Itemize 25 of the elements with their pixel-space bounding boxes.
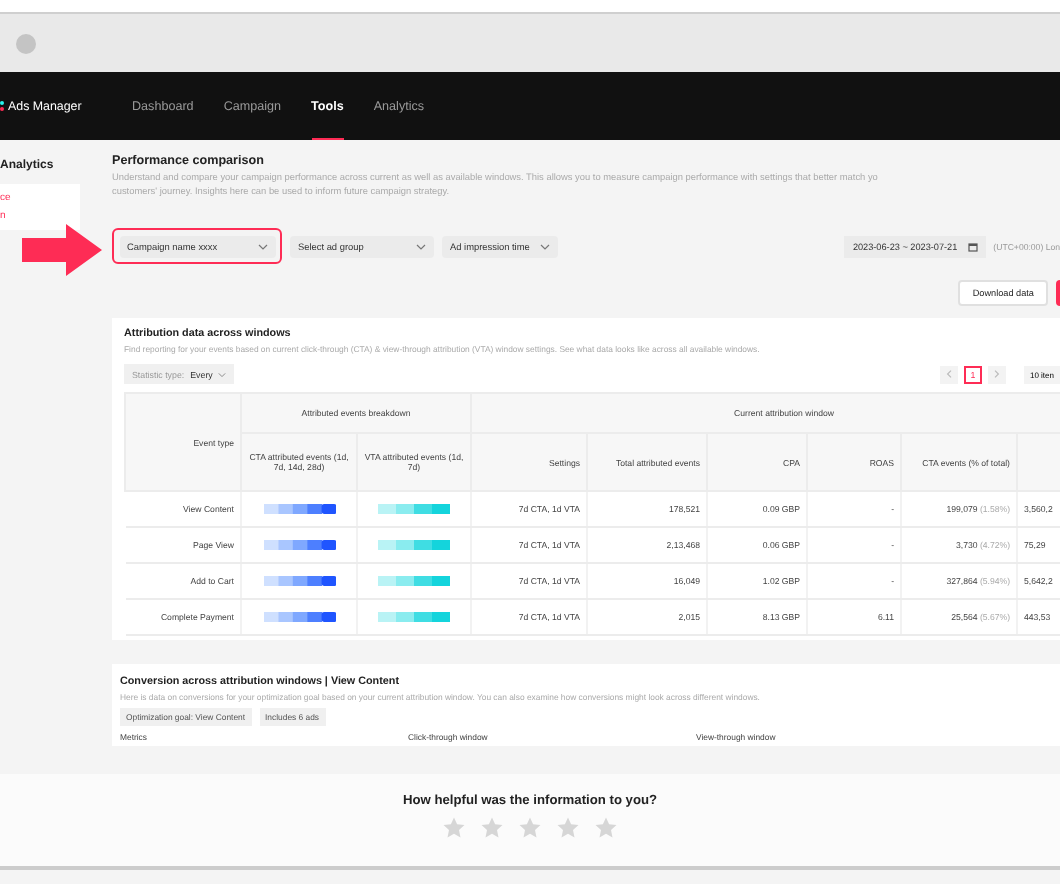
- chevron-down-icon: [218, 371, 227, 377]
- callout-arrow-icon: [22, 224, 102, 276]
- next-page-button[interactable]: [987, 365, 1006, 383]
- stacked-bar-drawing: [378, 576, 450, 587]
- star-icon[interactable]: [442, 816, 466, 840]
- star-icon[interactable]: [518, 816, 542, 840]
- chevron-down-icon: [257, 243, 267, 249]
- stacked-bar-drawing: [263, 612, 335, 623]
- chevron-down-icon: [416, 243, 426, 249]
- stacked-bar-drawing: [263, 540, 335, 551]
- calendar-icon: [967, 241, 978, 251]
- star-icon[interactable]: [556, 816, 580, 840]
- star-rating[interactable]: [442, 816, 618, 840]
- stacked-bar-drawing: [378, 504, 450, 515]
- star-icon[interactable]: [594, 816, 618, 840]
- chevron-right-icon: [993, 370, 1000, 378]
- chevron-left-icon: [945, 370, 952, 378]
- stacked-bar-drawing: [263, 576, 335, 587]
- stacked-bar-drawing: [263, 504, 335, 515]
- stacked-bar-drawing: [378, 612, 450, 623]
- star-icon[interactable]: [480, 816, 504, 840]
- chevron-down-icon: [540, 243, 550, 249]
- stacked-bar-drawing: [378, 540, 450, 551]
- window-control-icon[interactable]: [16, 33, 36, 53]
- previous-page-button[interactable]: [939, 365, 958, 383]
